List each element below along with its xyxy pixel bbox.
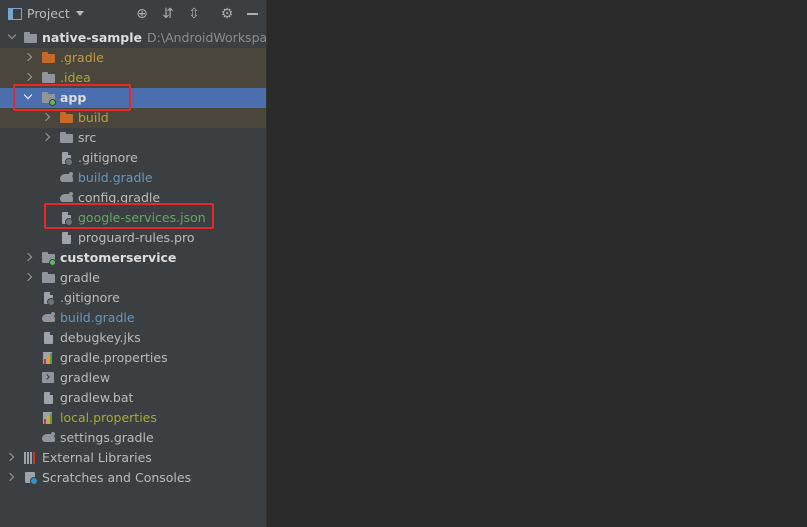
- tree-item-label: customerservice: [60, 250, 177, 265]
- project-window-icon: [8, 8, 22, 20]
- tree-item-label: gradle.properties: [60, 350, 168, 365]
- folder-icon: [42, 272, 55, 284]
- tree-item-label: Scratches and Consoles: [42, 470, 192, 485]
- project-header: Project ⊕ ⇵ ⇳ ⚙: [0, 0, 266, 28]
- tree-item-label: debugkey.jks: [60, 330, 141, 345]
- tree-item-proguard-rules[interactable]: proguard-rules.pro: [0, 228, 266, 248]
- tree-item-label: gradle: [60, 270, 100, 285]
- batch-file-icon: [42, 392, 55, 404]
- text-file-icon: [60, 232, 73, 244]
- project-view-selector[interactable]: Project: [27, 6, 70, 21]
- tree-item-root-build-gradle[interactable]: build.gradle: [0, 308, 266, 328]
- tree-item-label: build: [78, 110, 109, 125]
- tree-item-gradlew[interactable]: gradlew: [0, 368, 266, 388]
- tree-item-label: settings.gradle: [60, 430, 154, 445]
- library-icon: [24, 452, 37, 464]
- tree-item-app-build-gradle[interactable]: build.gradle: [0, 168, 266, 188]
- tree-item-label: .gitignore: [78, 150, 138, 165]
- scratch-icon: [24, 472, 38, 485]
- project-path: D:\AndroidWorkspace\: [147, 30, 266, 45]
- tree-item-label: native-sampleD:\AndroidWorkspace\: [42, 30, 266, 45]
- folder-icon: [60, 132, 73, 144]
- tree-item-label: proguard-rules.pro: [78, 230, 195, 245]
- chevron-down-icon[interactable]: [7, 30, 17, 40]
- properties-file-icon: [42, 352, 55, 364]
- ignore-file-icon: [60, 152, 73, 166]
- tree-item-customerservice[interactable]: customerservice: [0, 248, 266, 268]
- tree-item-external-libraries[interactable]: External Libraries: [0, 448, 266, 468]
- tree-item-label: gradlew.bat: [60, 390, 134, 405]
- chevron-right-icon[interactable]: [23, 52, 33, 62]
- keystore-file-icon: [42, 332, 55, 344]
- gear-icon[interactable]: ⚙: [218, 5, 236, 23]
- terminal-icon: [42, 372, 55, 384]
- folder-icon: [60, 112, 73, 124]
- tree-item-local-properties[interactable]: local.properties: [0, 408, 266, 428]
- properties-file-icon: [42, 412, 55, 424]
- chevron-right-icon[interactable]: [5, 452, 15, 462]
- chevron-right-icon[interactable]: [5, 472, 15, 482]
- hide-icon[interactable]: [247, 13, 258, 15]
- gradle-elephant-icon: [42, 432, 55, 444]
- tree-item-debugkey[interactable]: debugkey.jks: [0, 328, 266, 348]
- tree-item-app-gitignore[interactable]: .gitignore: [0, 148, 266, 168]
- project-panel: Project ⊕ ⇵ ⇳ ⚙ native-sample D:\AndroidW…: [0, 0, 266, 527]
- tree-item-gradle-properties[interactable]: gradle.properties: [0, 348, 266, 368]
- chevron-down-icon[interactable]: [76, 11, 84, 16]
- collapse-all-icon[interactable]: ⇳: [185, 5, 203, 23]
- gradle-elephant-icon: [60, 172, 73, 184]
- tree-item-label: build.gradle: [78, 170, 153, 185]
- tree-item-label: src: [78, 130, 97, 145]
- tree-item-root[interactable]: native-sampleD:\AndroidWorkspace\: [0, 28, 266, 48]
- folder-icon: [42, 72, 55, 84]
- tree-item-label: .idea: [60, 70, 91, 85]
- tree-item-root-gitignore[interactable]: .gitignore: [0, 288, 266, 308]
- tree-item-label: .gradle: [60, 50, 104, 65]
- folder-icon: [24, 32, 37, 44]
- tree-item-gradle-folder[interactable]: gradle: [0, 268, 266, 288]
- tree-item-gradle-dir[interactable]: .gradle: [0, 48, 266, 68]
- chevron-right-icon[interactable]: [23, 72, 33, 82]
- chevron-right-icon[interactable]: [41, 132, 51, 142]
- chevron-right-icon[interactable]: [23, 252, 33, 262]
- annotation-box-app: [13, 84, 131, 111]
- tree-item-gradlew-bat[interactable]: gradlew.bat: [0, 388, 266, 408]
- tree-item-settings-gradle[interactable]: settings.gradle: [0, 428, 266, 448]
- gradle-elephant-icon: [42, 312, 55, 324]
- tree-item-label: local.properties: [60, 410, 157, 425]
- chevron-right-icon[interactable]: [23, 272, 33, 282]
- tree-item-scratches[interactable]: Scratches and Consoles: [0, 468, 266, 488]
- tree-item-label: gradlew: [60, 370, 111, 385]
- annotation-box-google-services: [44, 203, 214, 229]
- editor-area: [267, 0, 807, 527]
- tree-item-label: .gitignore: [60, 290, 120, 305]
- tree-item-src[interactable]: src: [0, 128, 266, 148]
- folder-icon: [42, 52, 55, 64]
- tree-item-label: External Libraries: [42, 450, 152, 465]
- tree-item-label: build.gradle: [60, 310, 135, 325]
- module-folder-icon: [42, 252, 56, 266]
- expand-all-icon[interactable]: ⇵: [159, 5, 177, 23]
- locate-icon[interactable]: ⊕: [133, 5, 151, 23]
- ignore-file-icon: [42, 292, 55, 306]
- chevron-right-icon[interactable]: [41, 112, 51, 122]
- tree-item-build-dir[interactable]: build: [0, 108, 266, 128]
